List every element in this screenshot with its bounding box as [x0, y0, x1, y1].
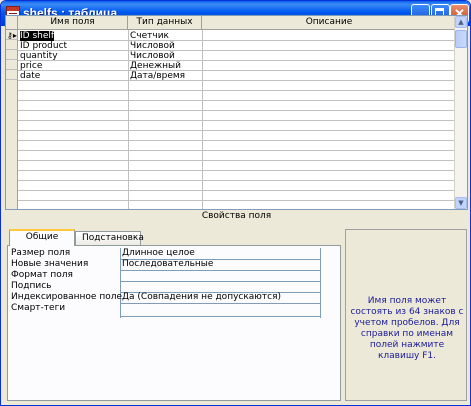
- property-separator: [120, 316, 320, 317]
- grid-line: [6, 160, 457, 161]
- field-name-cell[interactable]: price: [20, 61, 126, 71]
- help-text: Имя поля может состоять из 64 знаков с у…: [350, 296, 464, 361]
- table-row[interactable]: ID shelf: [20, 31, 126, 41]
- grid-line: [6, 140, 457, 141]
- row-selector[interactable]: [6, 50, 18, 60]
- format-value[interactable]: [120, 270, 320, 281]
- grid-line: [6, 120, 457, 121]
- grid-line: [6, 130, 457, 131]
- data-type-cell[interactable]: Дата/время: [130, 71, 200, 81]
- indexed-value[interactable]: Да (Совпадения не допускаются): [120, 292, 320, 303]
- tab-general[interactable]: Общие: [9, 229, 75, 246]
- grid-line: [6, 180, 457, 181]
- data-type-cell[interactable]: Денежный: [130, 61, 200, 71]
- property-label-new-values: Новые значения: [11, 259, 89, 269]
- smart-tags-value[interactable]: [120, 303, 320, 314]
- grid-line: [6, 200, 457, 201]
- grid-line: [128, 30, 129, 209]
- tab-lookup[interactable]: Подстановка: [75, 231, 144, 245]
- row-selector[interactable]: ⚷▸: [6, 30, 18, 40]
- data-type-cell[interactable]: Числовой: [130, 51, 200, 61]
- property-divider: [320, 248, 321, 318]
- grid-line: [6, 190, 457, 191]
- property-label-indexed: Индексированное поле: [11, 292, 123, 302]
- row-selector-header: [6, 16, 18, 30]
- grid-line: [6, 170, 457, 171]
- field-properties-pane: Общие Подстановка Размер поля Длинное це…: [5, 223, 343, 403]
- grid-line: [6, 150, 457, 151]
- property-label-smart-tags: Смарт-теги: [11, 303, 66, 313]
- data-type-cell[interactable]: Счетчик: [130, 31, 200, 41]
- scrollbar-thumb[interactable]: [455, 30, 467, 48]
- field-properties-title: Свойства поля: [201, 211, 272, 221]
- field-name-cell[interactable]: quantity: [20, 51, 126, 61]
- field-name-cell[interactable]: ID shelf: [20, 31, 55, 41]
- data-type-cell[interactable]: Числовой: [130, 41, 200, 51]
- vertical-scrollbar[interactable]: ▲ ▼: [454, 16, 467, 209]
- row-selector[interactable]: [6, 70, 18, 80]
- grid-line: [6, 110, 457, 111]
- property-label-field-size: Размер поля: [11, 248, 71, 258]
- row-selector[interactable]: [6, 80, 18, 209]
- general-tab-panel: Размер поля Длинное целое Новые значения…: [7, 245, 341, 401]
- field-design-grid[interactable]: Имя поля Тип данных Описание ⚷▸ ID shelf…: [5, 15, 468, 210]
- field-size-value[interactable]: Длинное целое: [120, 248, 320, 259]
- caption-value[interactable]: [120, 281, 320, 292]
- grid-line: [202, 30, 203, 209]
- grid-line: [6, 90, 457, 91]
- grid-line: [6, 100, 457, 101]
- field-name-cell[interactable]: date: [20, 71, 126, 81]
- row-selector[interactable]: [6, 60, 18, 70]
- property-label-caption: Подпись: [11, 281, 52, 291]
- column-header-field-name[interactable]: Имя поля: [18, 16, 128, 30]
- new-values-value[interactable]: Последовательные: [120, 259, 320, 270]
- scroll-up-icon[interactable]: ▲: [455, 16, 467, 28]
- column-header-description[interactable]: Описание: [202, 16, 457, 30]
- table-design-window: shelfs : таблица ✕ Имя поля Тип данных О…: [0, 0, 471, 406]
- scroll-down-icon[interactable]: ▼: [455, 197, 467, 209]
- primary-key-icon: ⚷▸: [7, 31, 17, 40]
- help-panel: Имя поля может состоять из 64 знаков с у…: [345, 229, 467, 401]
- field-name-cell[interactable]: ID product: [20, 41, 126, 51]
- property-label-format: Формат поля: [11, 270, 73, 280]
- row-selector[interactable]: [6, 40, 18, 50]
- column-header-data-type[interactable]: Тип данных: [128, 16, 202, 30]
